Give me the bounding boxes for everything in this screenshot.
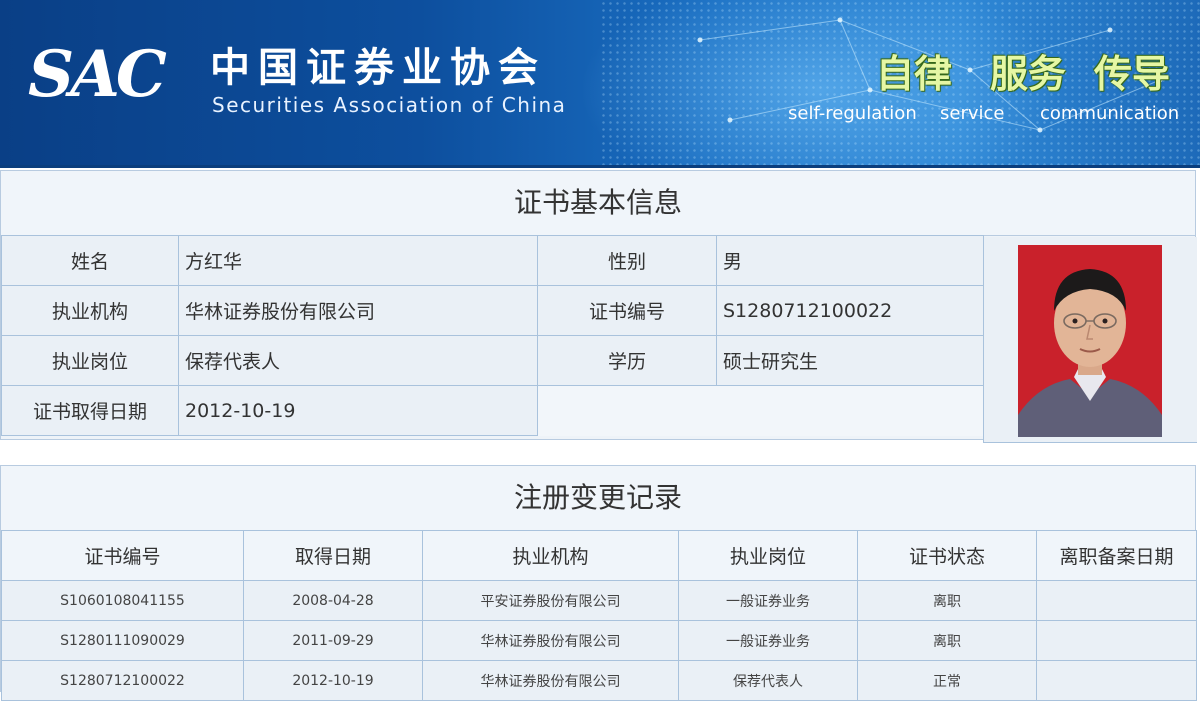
registration-records-panel: 注册变更记录 证书编号 取得日期 执业机构 执业岗位 证书状态 离职备案日期 S… — [0, 465, 1197, 701]
cert-no-value: S1280712100022 — [716, 285, 984, 336]
education-value: 硕士研究生 — [716, 335, 984, 386]
col-leave-date: 离职备案日期 — [1036, 530, 1197, 581]
cert-no-label: 证书编号 — [537, 285, 717, 336]
row-org: 华林证券股份有限公司 — [422, 620, 679, 661]
cert-date-value: 2012-10-19 — [178, 385, 538, 436]
site-banner: SAC 中国证券业协会 Securities Association of Ch… — [0, 0, 1200, 168]
slogan-communication-cn: 传导 — [1094, 52, 1171, 96]
org-value: 华林证券股份有限公司 — [178, 285, 538, 336]
slogan-self-regulation-cn: 自律 — [876, 52, 953, 96]
name-label: 姓名 — [1, 235, 179, 286]
row-org: 华林证券股份有限公司 — [422, 660, 679, 701]
table-row: S1280712100022 2012-10-19 华林证券股份有限公司 保荐代… — [1, 660, 1197, 701]
info-row-org: 执业机构 华林证券股份有限公司 证书编号 S1280712100022 — [1, 285, 984, 336]
info-row-position: 执业岗位 保荐代表人 学历 硕士研究生 — [1, 335, 984, 386]
slogan-service-en: service — [940, 103, 1005, 124]
cert-date-label: 证书取得日期 — [1, 385, 179, 436]
info-empty-cell — [537, 385, 984, 436]
records-header-row: 证书编号 取得日期 执业机构 执业岗位 证书状态 离职备案日期 — [1, 530, 1197, 581]
row-cert-no: S1280111090029 — [1, 620, 244, 661]
education-label: 学历 — [537, 335, 717, 386]
basic-info-table: 姓名 方红华 性别 男 执业机构 华林证券股份有限公司 证书编号 S128071… — [1, 235, 984, 436]
row-leave-date — [1036, 620, 1197, 661]
col-status: 证书状态 — [857, 530, 1037, 581]
row-date: 2012-10-19 — [243, 660, 423, 701]
records-title: 注册变更记录 — [1, 466, 1195, 531]
row-position: 保荐代表人 — [678, 660, 858, 701]
records-table: 证书编号 取得日期 执业机构 执业岗位 证书状态 离职备案日期 S1060108… — [1, 530, 1197, 701]
row-cert-no: S1280712100022 — [1, 660, 244, 701]
row-org: 平安证券股份有限公司 — [422, 580, 679, 621]
org-label: 执业机构 — [1, 285, 179, 336]
row-date: 2008-04-28 — [243, 580, 423, 621]
gender-value: 男 — [716, 235, 984, 286]
row-position: 一般证券业务 — [678, 620, 858, 661]
row-status: 正常 — [857, 660, 1037, 701]
info-row-name: 姓名 方红华 性别 男 — [1, 235, 984, 286]
slogan-self-regulation-en: self-regulation — [788, 103, 917, 124]
gender-label: 性别 — [537, 235, 717, 286]
slogan-service-cn: 服务 — [990, 52, 1067, 96]
sac-logo[interactable]: SAC — [28, 40, 167, 110]
row-leave-date — [1036, 660, 1197, 701]
position-value: 保荐代表人 — [178, 335, 538, 386]
table-row: S1280111090029 2011-09-29 华林证券股份有限公司 一般证… — [1, 620, 1197, 661]
photo-frame — [983, 237, 1197, 443]
table-row: S1060108041155 2008-04-28 平安证券股份有限公司 一般证… — [1, 580, 1197, 621]
org-name-cn: 中国证券业协会 — [210, 45, 546, 91]
col-position: 执业岗位 — [678, 530, 858, 581]
basic-info-panel: 证书基本信息 姓名 方红华 性别 男 执业机构 华林证券股份有限公司 证书编号 … — [0, 170, 1197, 443]
col-date: 取得日期 — [243, 530, 423, 581]
row-leave-date — [1036, 580, 1197, 621]
row-cert-no: S1060108041155 — [1, 580, 244, 621]
basic-info-title: 证书基本信息 — [1, 171, 1195, 236]
row-date: 2011-09-29 — [243, 620, 423, 661]
portrait-photo — [1018, 245, 1162, 437]
info-row-date: 证书取得日期 2012-10-19 — [1, 385, 984, 436]
portrait-illustration — [1018, 245, 1162, 437]
org-name-en: Securities Association of China — [212, 93, 567, 117]
col-cert-no: 证书编号 — [1, 530, 244, 581]
name-value: 方红华 — [178, 235, 538, 286]
row-status: 离职 — [857, 620, 1037, 661]
position-label: 执业岗位 — [1, 335, 179, 386]
row-status: 离职 — [857, 580, 1037, 621]
slogan-communication-en: communication — [1040, 103, 1180, 124]
col-org: 执业机构 — [422, 530, 679, 581]
row-position: 一般证券业务 — [678, 580, 858, 621]
